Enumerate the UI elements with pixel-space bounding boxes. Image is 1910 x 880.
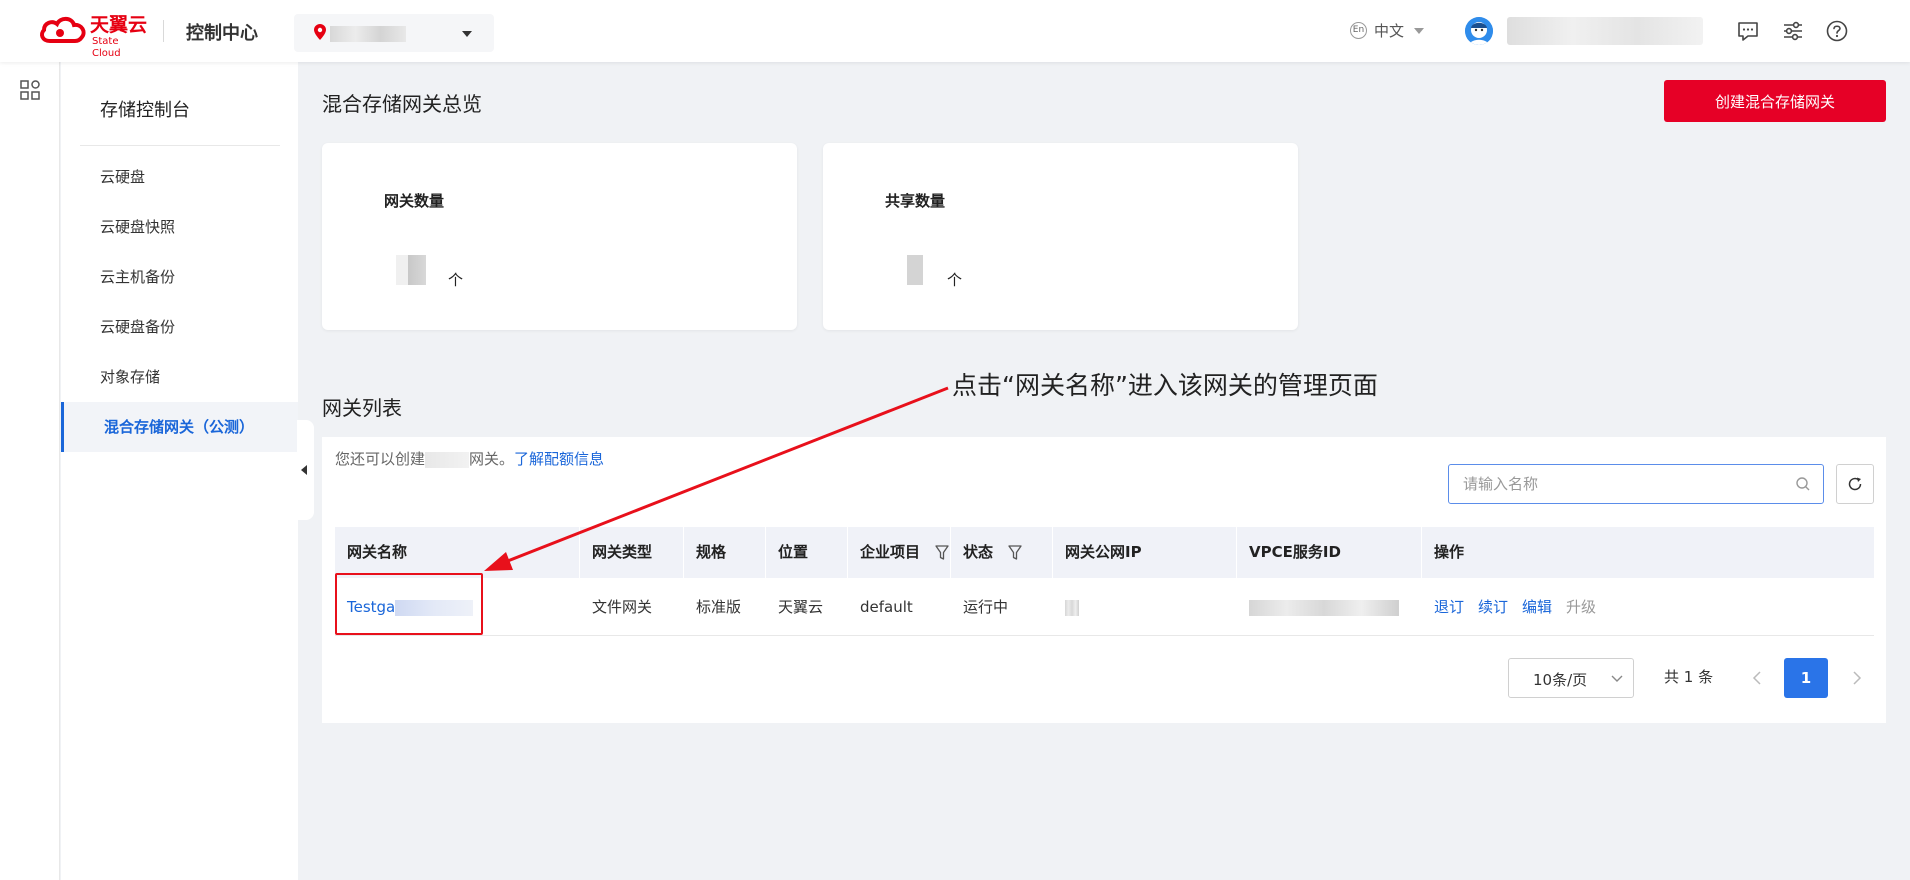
filter-icon[interactable]: [935, 544, 949, 561]
cell-vpce-id: [1237, 578, 1399, 636]
console-title[interactable]: 控制中心: [186, 19, 258, 45]
cell-location: 天翼云: [778, 598, 824, 616]
column-header-status: 状态: [963, 543, 994, 561]
total-count: 共 1 条: [1664, 668, 1714, 686]
share-count-value-redacted: [907, 255, 923, 285]
page-size-select[interactable]: 10条/页: [1508, 658, 1634, 698]
share-count-label: 共享数量: [885, 192, 946, 210]
chevron-right-icon[interactable]: [1852, 670, 1862, 686]
column-header-name: 网关名称: [335, 527, 580, 578]
table-header: 网关名称 网关类型 规格 位置 企业项目 状态 网关公网IP VPCE服务ID …: [335, 527, 1874, 578]
upgrade-action: 升级: [1566, 598, 1597, 616]
column-header-public-ip: 网关公网IP: [1053, 527, 1237, 578]
annotation-highlight-box: [335, 573, 483, 635]
product-rail: [0, 62, 60, 880]
chevron-down-icon: [1414, 28, 1424, 34]
help-icon[interactable]: [1825, 19, 1849, 43]
quota-note-suffix: 网关。: [469, 450, 515, 468]
sidebar-collapse-toggle[interactable]: [297, 420, 314, 520]
column-header-vpce-id: VPCE服务ID: [1237, 527, 1422, 578]
cell-spec: 标准版: [696, 598, 742, 616]
overview-title: 混合存储网关总览: [322, 92, 482, 116]
avatar[interactable]: [1465, 17, 1493, 45]
search-box[interactable]: [1448, 464, 1824, 504]
user-name-redacted[interactable]: [1507, 17, 1703, 45]
public-ip-redacted: [1065, 599, 1079, 616]
create-gateway-button[interactable]: 创建混合存储网关: [1664, 80, 1886, 122]
column-header-type: 网关类型: [580, 527, 684, 578]
quota-info-link[interactable]: 了解配额信息: [514, 450, 604, 468]
cell-status: 运行中: [963, 598, 1009, 616]
sidebar-divider: [80, 145, 280, 146]
cell-project: default: [860, 598, 913, 616]
quota-note: 您还可以创建 网关。了解配额信息: [335, 448, 604, 469]
gateway-count-label: 网关数量: [384, 192, 445, 210]
message-icon[interactable]: [1736, 19, 1760, 43]
edit-action[interactable]: 编辑: [1522, 598, 1552, 616]
filter-icon[interactable]: [1008, 544, 1022, 561]
refresh-icon: [1848, 477, 1862, 491]
cell-type: 文件网关: [592, 598, 653, 616]
cell-actions: 退订 续订 编辑 升级: [1422, 578, 1610, 636]
share-count-unit: 个: [947, 271, 963, 289]
chevron-down-icon: [1611, 675, 1623, 682]
sidebar-title: 存储控制台: [100, 100, 190, 121]
user-avatar-icon: [1465, 17, 1493, 45]
region-name-redacted: [330, 26, 406, 42]
gateway-count-value-redacted: [396, 255, 426, 285]
sidebar-item-cloud-disk[interactable]: 云硬盘: [61, 152, 298, 202]
column-header-project-cell: 企业项目: [848, 527, 951, 578]
annotation-callout: 点击“网关名称”进入该网关的管理页面: [952, 371, 1378, 400]
product-grid-icon[interactable]: [20, 80, 40, 104]
sidebar-item-disk-snapshot[interactable]: 云硬盘快照: [61, 202, 298, 252]
cell-public-ip: [1053, 578, 1079, 636]
brand-name-en: State Cloud: [92, 36, 121, 59]
top-bar: 天翼云 State Cloud 控制中心 En 中文: [0, 0, 1910, 62]
brand-name-cn: 天翼云: [90, 14, 148, 36]
page-number-current[interactable]: 1: [1784, 658, 1828, 698]
column-header-actions: 操作: [1434, 543, 1465, 561]
search-input[interactable]: [1463, 473, 1783, 495]
location-pin-icon: [314, 24, 326, 40]
sidebar-item-vm-backup[interactable]: 云主机备份: [61, 252, 298, 302]
sidebar-item-disk-backup[interactable]: 云硬盘备份: [61, 302, 298, 352]
column-header-spec: 规格: [684, 527, 766, 578]
refresh-button[interactable]: [1836, 464, 1874, 504]
gateway-list-panel: 您还可以创建 网关。了解配额信息 网关名称 网关类型 规格 位置 企业项目: [322, 437, 1886, 723]
chevron-down-icon: [462, 31, 472, 37]
brand-logo[interactable]: 天翼云 State Cloud: [38, 14, 150, 59]
gateway-count-unit: 个: [448, 271, 464, 289]
sidebar-item-hybrid-gateway[interactable]: 混合存储网关（公测）: [61, 402, 298, 452]
column-header-project: 企业项目: [860, 543, 921, 561]
quota-count-redacted: [425, 451, 470, 468]
language-globe-icon: En: [1350, 22, 1367, 39]
cloud-logo-icon: [40, 16, 86, 43]
settings-sliders-icon[interactable]: [1781, 19, 1805, 43]
region-select[interactable]: [294, 14, 494, 52]
sidebar-item-object-storage[interactable]: 对象存储: [61, 352, 298, 402]
topbar-divider: [163, 20, 164, 42]
share-count-card: 共享数量 个: [823, 143, 1298, 330]
quota-note-prefix: 您还可以创建: [335, 450, 426, 468]
search-icon[interactable]: [1795, 476, 1811, 492]
vpce-id-redacted: [1249, 599, 1399, 616]
gateway-list-title: 网关列表: [322, 396, 402, 420]
renew-action[interactable]: 续订: [1478, 598, 1508, 616]
unsubscribe-action[interactable]: 退订: [1434, 598, 1464, 616]
chevron-left-icon[interactable]: [1752, 670, 1762, 686]
language-label: 中文: [1374, 22, 1405, 40]
column-header-status-cell: 状态: [951, 527, 1053, 578]
gateway-count-card: 网关数量 个: [322, 143, 797, 330]
page-size-label: 10条/页: [1533, 671, 1588, 689]
column-header-location: 位置: [766, 527, 848, 578]
sidebar: 存储控制台 云硬盘 云硬盘快照 云主机备份 云硬盘备份 对象存储 混合存储网关（…: [61, 62, 298, 880]
table-row: Testga 文件网关 标准版 天翼云 default 运行中 退订 续订 编辑 升级: [335, 578, 1874, 636]
chevron-left-icon: [301, 465, 307, 475]
